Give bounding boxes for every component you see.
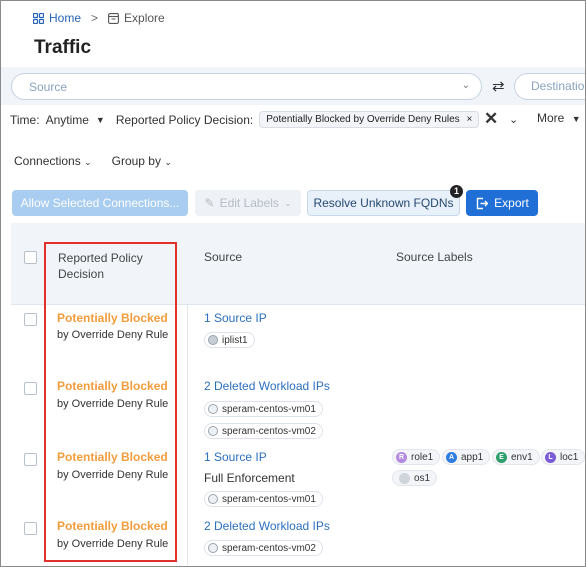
source-link[interactable]: 2 Deleted Workload IPs — [204, 379, 330, 393]
more-label[interactable]: More — [537, 111, 564, 125]
source-tag[interactable]: speram-centos-vm02 — [204, 423, 323, 439]
destination-input[interactable]: Destination — [514, 73, 585, 100]
grid-icon — [33, 12, 44, 24]
connections-label[interactable]: Connections — [14, 154, 81, 168]
breadcrumb: Home > Explore — [33, 11, 165, 25]
decision-chip-label: Potentially Blocked by Override Deny Rul… — [266, 114, 460, 125]
decision-label: Reported Policy Decision: — [115, 112, 254, 127]
workload-icon — [208, 404, 218, 414]
highlight-box — [44, 242, 177, 562]
export-button[interactable]: Export — [466, 190, 538, 216]
os-icon — [399, 472, 410, 484]
row-checkbox[interactable] — [24, 453, 37, 466]
label-env[interactable]: Eenv1 — [492, 449, 540, 465]
breadcrumb-home-label[interactable]: Home — [49, 11, 81, 25]
location-icon: L — [545, 451, 556, 463]
header-source-labels[interactable]: Source Labels — [396, 250, 473, 264]
export-label: Export — [494, 196, 529, 210]
source-tag-label: speram-centos-vm02 — [222, 542, 316, 554]
swap-icon[interactable]: ⇄ — [492, 77, 505, 95]
label-os[interactable]: os1 — [392, 470, 438, 486]
group-by-label[interactable]: Group by — [112, 154, 161, 168]
chevron-down-icon[interactable]: ⌄ — [462, 80, 470, 91]
breadcrumb-separator: > — [91, 11, 99, 25]
decision-filter-chip[interactable]: Potentially Blocked by Override Deny Rul… — [259, 111, 480, 128]
source-input[interactable]: Source ⌄ — [11, 73, 482, 100]
allow-selected-connections-button[interactable]: Allow Selected Connections... — [12, 190, 188, 216]
more-filters[interactable]: More ▼ — [537, 111, 581, 125]
iplist-icon — [208, 335, 218, 345]
chevron-down-icon[interactable]: ⌄ — [84, 157, 92, 167]
source-tag-label: iplist1 — [222, 334, 248, 346]
workload-icon — [208, 426, 218, 436]
pencil-icon: ✎ — [204, 196, 215, 210]
chevron-down-icon[interactable]: ⌄ — [164, 157, 172, 167]
label-loc[interactable]: Lloc1 — [541, 449, 585, 465]
expand-filters-icon[interactable]: ⌄ — [509, 113, 518, 126]
source-tag-label: speram-centos-vm01 — [222, 493, 316, 505]
time-label: Time: — [10, 112, 40, 127]
label-text: loc1 — [560, 451, 579, 463]
label-role[interactable]: Rrole1 — [392, 449, 441, 465]
source-placeholder: Source — [29, 79, 68, 94]
label-text: env1 — [511, 451, 533, 463]
chip-remove-icon[interactable]: × — [466, 114, 472, 125]
source-link[interactable]: 1 Source IP — [204, 311, 267, 325]
workload-icon — [208, 543, 218, 553]
view-options: Connections ⌄ Group by ⌄ — [14, 154, 172, 168]
source-link[interactable]: 1 Source IP — [204, 450, 267, 464]
connections-dropdown[interactable]: Connections ⌄ — [14, 154, 92, 168]
source-tag[interactable]: iplist1 — [204, 332, 255, 348]
header-source[interactable]: Source — [204, 250, 242, 264]
breadcrumb-home[interactable]: Home — [33, 11, 81, 25]
source-link[interactable]: 2 Deleted Workload IPs — [204, 519, 330, 533]
breadcrumb-current: Explore — [108, 11, 165, 25]
chevron-down-icon: ⌄ — [283, 197, 292, 208]
notification-badge: 1 — [450, 185, 463, 198]
explore-icon — [108, 12, 119, 24]
select-all-checkbox[interactable] — [24, 251, 37, 264]
time-value[interactable]: Anytime — [46, 113, 89, 127]
clear-filters-icon[interactable]: ✕ — [484, 109, 498, 129]
page-title: Traffic — [34, 37, 92, 58]
workload-icon — [208, 494, 218, 504]
resolve-fqdns-button[interactable]: Resolve Unknown FQDNs — [307, 190, 460, 216]
active-filters-row: Time: Anytime ▼ Reported Policy Decision… — [10, 111, 480, 128]
export-icon — [476, 197, 489, 209]
role-icon: R — [396, 451, 407, 463]
label-text: os1 — [414, 472, 431, 484]
source-tag-label: speram-centos-vm02 — [222, 425, 316, 437]
label-text: app1 — [461, 451, 484, 463]
edit-labels-button[interactable]: ✎ Edit Labels ⌄ — [195, 190, 301, 216]
row-checkbox[interactable] — [24, 382, 37, 395]
row-checkbox[interactable] — [24, 313, 37, 326]
group-by-dropdown[interactable]: Group by ⌄ — [112, 154, 172, 168]
column-divider — [187, 305, 188, 565]
caret-down-icon[interactable]: ▼ — [96, 115, 105, 125]
edit-labels-label: Edit Labels — [219, 196, 279, 210]
source-tag-label: speram-centos-vm01 — [222, 403, 316, 415]
row-checkbox[interactable] — [24, 522, 37, 535]
caret-down-icon[interactable]: ▼ — [572, 114, 581, 124]
source-tag[interactable]: speram-centos-vm01 — [204, 491, 323, 507]
breadcrumb-current-label: Explore — [124, 11, 165, 25]
env-icon: E — [496, 451, 507, 463]
enforcement-mode: Full Enforcement — [204, 471, 295, 485]
source-tag[interactable]: speram-centos-vm02 — [204, 540, 323, 556]
label-app[interactable]: Aapp1 — [442, 449, 491, 465]
source-tag[interactable]: speram-centos-vm01 — [204, 401, 323, 417]
traffic-explorer-window: Home > Explore Traffic Source ⌄ ⇄ Destin… — [0, 0, 586, 567]
app-icon: A — [446, 451, 457, 463]
label-text: role1 — [411, 451, 434, 463]
